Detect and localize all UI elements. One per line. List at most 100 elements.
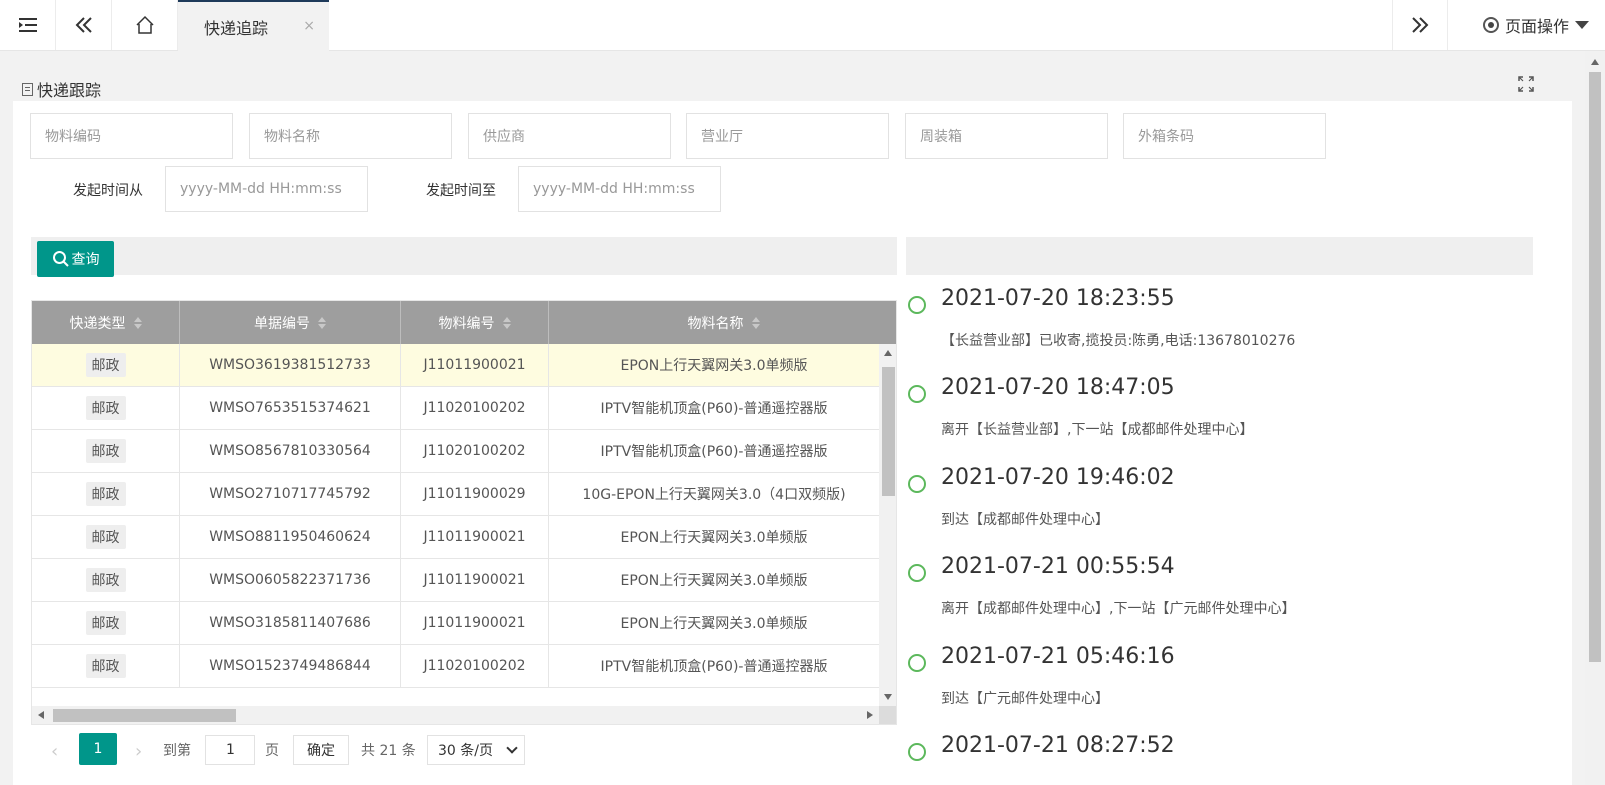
timeline-desc: 【长益营业部】已收寄,揽投员:陈勇,电话:13678010276 — [941, 333, 1296, 349]
confirm-button[interactable]: 确定 — [293, 735, 349, 765]
page-size-select[interactable]: 30 条/页 — [427, 735, 525, 765]
sort-icon[interactable] — [318, 316, 326, 329]
doc-no-cell: WMSO8567810330564 — [180, 430, 401, 472]
page-unit-label: 页 — [265, 743, 279, 759]
column-header-material-name[interactable]: 物料名称 — [549, 301, 896, 344]
fullscreen-icon[interactable] — [1518, 76, 1534, 96]
table-row[interactable]: 邮政 WMSO8567810330564 J11020100202 IPTV智能… — [32, 430, 879, 473]
timeline-dot-icon — [908, 743, 926, 761]
query-button-label: 查询 — [71, 252, 100, 268]
start-time-to-label: 发起时间至 — [426, 183, 496, 199]
timeline-dot-icon — [908, 654, 926, 672]
start-time-to-input[interactable]: yyyy-MM-dd HH:mm:ss — [518, 166, 721, 212]
column-header-doc-no[interactable]: 单据编号 — [180, 301, 401, 344]
scroll-up-icon[interactable] — [884, 350, 892, 356]
table-toolbar: 查询 — [31, 237, 897, 277]
tracking-panel: 快递跟踪 物料编码 物料名称 供应商 营业厅 周装箱 外箱条码 发起时间从 yy… — [13, 71, 1572, 785]
table-body: 邮政 WMSO3619381512733 J11011900021 EPON上行… — [32, 344, 879, 706]
start-time-from-input[interactable]: yyyy-MM-dd HH:mm:ss — [165, 166, 368, 212]
column-header-express-type[interactable]: 快递类型 — [32, 301, 180, 344]
timeline-desc: 到达【成都邮件处理中心】 — [941, 512, 1109, 528]
table-row[interactable]: 邮政 WMSO7653515374621 J11020100202 IPTV智能… — [32, 387, 879, 430]
timeline-dot-icon — [908, 296, 926, 314]
sort-icon[interactable] — [133, 316, 142, 329]
table-header: 快递类型 单据编号 物料编号 物料名称 — [32, 301, 896, 344]
prev-page-icon[interactable]: ‹ — [51, 741, 58, 762]
scroll-thumb[interactable] — [1589, 72, 1601, 662]
doc-no-cell: WMSO2710717745792 — [180, 473, 401, 515]
timeline-time: 2021-07-20 19:46:02 — [941, 465, 1175, 490]
sort-icon[interactable] — [502, 316, 511, 329]
pagination: ‹ 1 › 到第 1 页 确定 共 21 条 30 条/页 — [31, 733, 631, 767]
sort-icon[interactable] — [751, 316, 760, 329]
material-no-cell: J11020100202 — [401, 645, 549, 687]
goto-label: 到第 — [163, 743, 191, 759]
scroll-tabs-right-icon[interactable] — [1392, 0, 1448, 50]
material-no-cell: J11011900021 — [401, 559, 549, 601]
business-hall-input[interactable]: 营业厅 — [686, 113, 889, 159]
page-vertical-scrollbar[interactable] — [1585, 51, 1605, 785]
current-page-button[interactable]: 1 — [79, 733, 117, 765]
scroll-thumb[interactable] — [53, 709, 236, 722]
search-icon — [52, 251, 69, 267]
express-type-badge: 邮政 — [85, 396, 126, 420]
table-row[interactable]: 邮政 WMSO8811950460624 J11011900021 EPON上行… — [32, 516, 879, 559]
table-row[interactable]: 邮政 WMSO3619381512733 J11011900021 EPON上行… — [32, 344, 879, 387]
turnover-box-input[interactable]: 周装箱 — [905, 113, 1108, 159]
query-button[interactable]: 查询 — [37, 241, 114, 277]
home-icon[interactable] — [112, 0, 178, 50]
table-horizontal-scrollbar[interactable] — [32, 706, 879, 724]
scroll-tabs-left-icon[interactable] — [56, 0, 112, 50]
timeline-dot-icon — [908, 385, 926, 403]
outer-box-barcode-input[interactable]: 外箱条码 — [1123, 113, 1326, 159]
top-tab-bar: 快递追踪 × 页面操作 — [0, 0, 1605, 51]
menu-toggle-icon[interactable] — [0, 0, 56, 50]
express-type-badge: 邮政 — [85, 482, 126, 506]
material-code-input[interactable]: 物料编码 — [30, 113, 233, 159]
doc-no-cell: WMSO7653515374621 — [180, 387, 401, 429]
caret-down-icon — [1575, 21, 1589, 29]
table-row[interactable]: 邮政 WMSO3185811407686 J11011900021 EPON上行… — [32, 602, 879, 645]
table-row[interactable]: 邮政 WMSO1523749486844 J11020100202 IPTV智能… — [32, 645, 879, 688]
document-icon — [22, 82, 33, 96]
material-no-cell: J11011900021 — [401, 344, 549, 386]
table-row[interactable]: 邮政 WMSO2710717745792 J11011900029 10G-EP… — [32, 473, 879, 516]
scroll-thumb[interactable] — [882, 367, 895, 496]
material-no-cell: J11011900021 — [401, 516, 549, 558]
tab-label: 快递追踪 — [204, 18, 269, 38]
material-name-cell: EPON上行天翼网关3.0单频版 — [620, 573, 808, 589]
timeline-time: 2021-07-21 08:27:52 — [941, 733, 1175, 758]
timeline-time: 2021-07-20 18:47:05 — [941, 375, 1175, 400]
material-name-cell: EPON上行天翼网关3.0单频版 — [620, 616, 808, 632]
material-name-cell: EPON上行天翼网关3.0单频版 — [620, 358, 808, 374]
material-no-cell: J11020100202 — [401, 430, 549, 472]
page-operations-menu[interactable]: 页面操作 — [1482, 0, 1589, 50]
scrollbar-corner — [879, 706, 896, 724]
table-vertical-scrollbar[interactable] — [879, 344, 896, 706]
timeline-toolbar — [906, 237, 1533, 275]
scroll-down-icon[interactable] — [884, 694, 892, 700]
page-operations-label: 页面操作 — [1504, 17, 1569, 36]
material-name-input[interactable]: 物料名称 — [249, 113, 452, 159]
panel-title: 快递跟踪 — [22, 77, 101, 101]
supplier-input[interactable]: 供应商 — [468, 113, 671, 159]
goto-page-input[interactable]: 1 — [205, 735, 255, 765]
close-icon[interactable]: × — [303, 18, 315, 34]
timeline-desc: 到达【广元邮件处理中心】 — [941, 691, 1109, 707]
table-row[interactable]: 邮政 WMSO0605822371736 J11011900021 EPON上行… — [32, 559, 879, 602]
next-page-icon[interactable]: › — [135, 741, 142, 762]
timeline-desc: 离开【成都邮件处理中心】,下一站【广元邮件处理中心】 — [941, 601, 1296, 617]
express-type-badge: 邮政 — [85, 439, 126, 463]
material-name-cell: IPTV智能机顶盒(P60)-普通遥控器版 — [600, 444, 828, 460]
column-header-material-no[interactable]: 物料编号 — [401, 301, 549, 344]
scroll-left-icon[interactable] — [38, 711, 44, 719]
express-type-badge: 邮政 — [85, 353, 126, 377]
tab-express-tracking[interactable]: 快递追踪 × — [178, 0, 329, 51]
material-name-cell: 10G-EPON上行天翼网关3.0（4口双频版) — [582, 487, 846, 503]
total-count: 共 21 条 — [361, 743, 416, 759]
material-name-cell: IPTV智能机顶盒(P60)-普通遥控器版 — [600, 401, 828, 417]
doc-no-cell: WMSO8811950460624 — [180, 516, 401, 558]
scroll-right-icon[interactable] — [867, 711, 873, 719]
scroll-up-icon[interactable] — [1591, 59, 1599, 65]
doc-no-cell: WMSO3185811407686 — [180, 602, 401, 644]
